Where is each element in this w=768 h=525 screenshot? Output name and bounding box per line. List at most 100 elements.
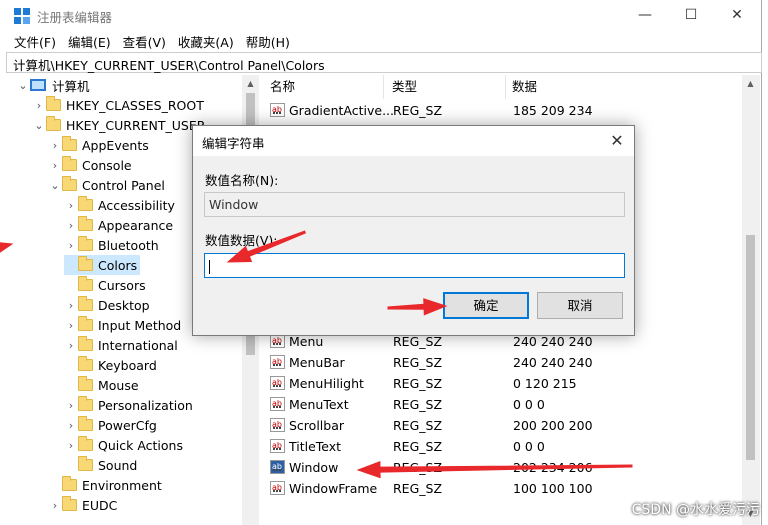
expand-chevron-icon[interactable]: › <box>64 399 78 412</box>
tree-item[interactable]: Mouse <box>64 375 142 395</box>
expand-chevron-icon[interactable]: › <box>48 139 62 152</box>
expand-chevron-icon[interactable]: › <box>64 239 78 252</box>
tree-item[interactable]: › Accessibility <box>64 195 178 215</box>
value-name: Scrollbar <box>289 418 344 433</box>
dialog-title: 编辑字符串 <box>202 136 265 151</box>
header-type[interactable]: 类型 <box>386 75 506 99</box>
expand-chevron-icon[interactable]: ⌄ <box>16 79 30 92</box>
tree-item[interactable]: › Console <box>48 155 135 175</box>
cancel-button[interactable]: 取消 <box>537 292 623 319</box>
list-scroll-thumb[interactable] <box>746 235 755 460</box>
edit-string-dialog: 编辑字符串 ✕ 数值名称(N): Window 数值数据(V): 确定 取消 <box>192 125 635 336</box>
expand-chevron-icon[interactable]: › <box>48 499 62 512</box>
string-value-icon: ab <box>270 481 285 495</box>
value-name-label: 数值名称(N): <box>205 173 279 188</box>
string-value-icon: ab <box>270 418 285 432</box>
tree-item-label: HKEY_CLASSES_ROOT <box>66 97 204 113</box>
menu-favorites[interactable]: 收藏夹(A) <box>172 32 240 51</box>
menu-edit[interactable]: 编辑(E) <box>62 32 117 51</box>
tree-item[interactable]: › Input Method <box>64 315 184 335</box>
expand-chevron-icon[interactable]: ⌄ <box>48 179 62 192</box>
tree-item-label: 计算机 <box>52 78 90 94</box>
value-data: 0 0 0 <box>513 439 545 454</box>
expand-chevron-icon[interactable]: › <box>64 219 78 232</box>
tree-item[interactable]: › Desktop <box>64 295 153 315</box>
expand-chevron-icon[interactable]: › <box>64 299 78 312</box>
expand-chevron-icon[interactable]: › <box>32 99 46 112</box>
tree-item-label: Console <box>82 157 132 173</box>
folder-icon <box>62 176 77 191</box>
ok-button[interactable]: 确定 <box>443 292 529 319</box>
expand-chevron-icon[interactable]: › <box>64 319 78 332</box>
tree-item[interactable]: › PowerCfg <box>64 415 160 435</box>
value-data: 185 209 234 <box>513 103 593 118</box>
tree-item[interactable]: Sound <box>64 455 140 475</box>
menu-file[interactable]: 文件(F) <box>8 32 62 51</box>
tree-item[interactable]: › HKEY_CLASSES_ROOT <box>32 95 207 115</box>
list-scrollbar[interactable]: ▲ ▼ <box>742 75 760 525</box>
tree-item[interactable]: › Bluetooth <box>64 235 162 255</box>
tree-item-label: Mouse <box>98 377 139 393</box>
value-row[interactable]: ab GradientActive... REG_SZ 185 209 234 <box>264 100 742 121</box>
scroll-up-arrow-icon[interactable]: ▲ <box>242 75 259 92</box>
value-type: REG_SZ <box>393 397 443 412</box>
tree-item[interactable]: › Quick Actions <box>64 435 186 455</box>
list-scroll-up-arrow-icon[interactable]: ▲ <box>742 75 759 92</box>
folder-icon <box>62 156 77 171</box>
tree-item-label: Environment <box>82 477 162 493</box>
value-data-input[interactable] <box>204 253 625 278</box>
header-data[interactable]: 数据 <box>506 75 742 99</box>
folder-icon <box>78 356 93 371</box>
folder-icon <box>78 296 93 311</box>
tree-item[interactable]: › EUDC <box>48 495 120 515</box>
folder-icon <box>78 416 93 431</box>
string-value-icon: ab <box>270 460 285 474</box>
maximize-button[interactable]: ☐ <box>668 0 714 30</box>
string-value-icon: ab <box>270 397 285 411</box>
close-window-button[interactable]: ✕ <box>714 0 760 30</box>
value-data: 200 200 200 <box>513 418 593 433</box>
string-value-icon: ab <box>270 103 285 117</box>
value-name-field: Window <box>204 192 625 217</box>
tree-item-label: Input Method <box>98 317 182 333</box>
value-row[interactable]: ab WindowFrame REG_SZ 100 100 100 <box>264 478 742 499</box>
dialog-close-icon[interactable]: ✕ <box>606 130 628 152</box>
expand-chevron-icon[interactable]: › <box>48 159 62 172</box>
tree-item[interactable]: › Personalization <box>64 395 196 415</box>
folder-icon <box>78 456 93 471</box>
address-bar[interactable]: 计算机\HKEY_CURRENT_USER\Control Panel\Colo… <box>6 52 762 73</box>
tree-item[interactable]: › International <box>64 335 181 355</box>
menu-view[interactable]: 查看(V) <box>117 32 172 51</box>
tree-item[interactable]: › AppEvents <box>48 135 152 155</box>
tree-item-label: Quick Actions <box>98 437 183 453</box>
minimize-button[interactable]: — <box>622 0 668 30</box>
string-value-icon: ab <box>270 355 285 369</box>
tree-item[interactable]: ⌄ HKEY_CURRENT_USER <box>32 115 208 135</box>
registry-app-icon <box>14 8 30 24</box>
value-row[interactable]: ab MenuText REG_SZ 0 0 0 <box>264 394 742 415</box>
tree-item[interactable]: ⌄ 计算机 <box>16 75 93 95</box>
header-name[interactable]: 名称 <box>264 75 384 99</box>
expand-chevron-icon[interactable]: › <box>64 419 78 432</box>
tree-item[interactable]: › Appearance <box>64 215 176 235</box>
expand-chevron-icon[interactable]: › <box>64 439 78 452</box>
value-row[interactable]: ab MenuBar REG_SZ 240 240 240 <box>264 352 742 373</box>
tree-item[interactable]: Environment <box>48 475 165 495</box>
tree-item[interactable]: ⌄ Control Panel <box>48 175 168 195</box>
value-row[interactable]: ab Scrollbar REG_SZ 200 200 200 <box>264 415 742 436</box>
value-row[interactable]: ab MenuHilight REG_SZ 0 120 215 <box>264 373 742 394</box>
tree-item[interactable]: Cursors <box>64 275 149 295</box>
folder-icon <box>78 436 93 451</box>
expand-chevron-icon[interactable]: › <box>64 339 78 352</box>
menu-help[interactable]: 帮助(H) <box>240 32 296 51</box>
value-row[interactable]: ab Window REG_SZ 202 234 206 <box>264 457 742 478</box>
tree-item[interactable]: Keyboard <box>64 355 160 375</box>
tree-item[interactable]: Colors <box>64 255 141 275</box>
expand-chevron-icon[interactable]: › <box>64 199 78 212</box>
watermark: CSDN @水水爱污污 <box>631 502 760 518</box>
folder-icon <box>78 216 93 231</box>
title-bar: 注册表编辑器 — ☐ ✕ <box>0 0 762 30</box>
expand-chevron-icon[interactable]: ⌄ <box>32 119 46 132</box>
value-row[interactable]: ab TitleText REG_SZ 0 0 0 <box>264 436 742 457</box>
menu-bar: 文件(F) 编辑(E) 查看(V) 收藏夹(A) 帮助(H) <box>0 30 762 52</box>
